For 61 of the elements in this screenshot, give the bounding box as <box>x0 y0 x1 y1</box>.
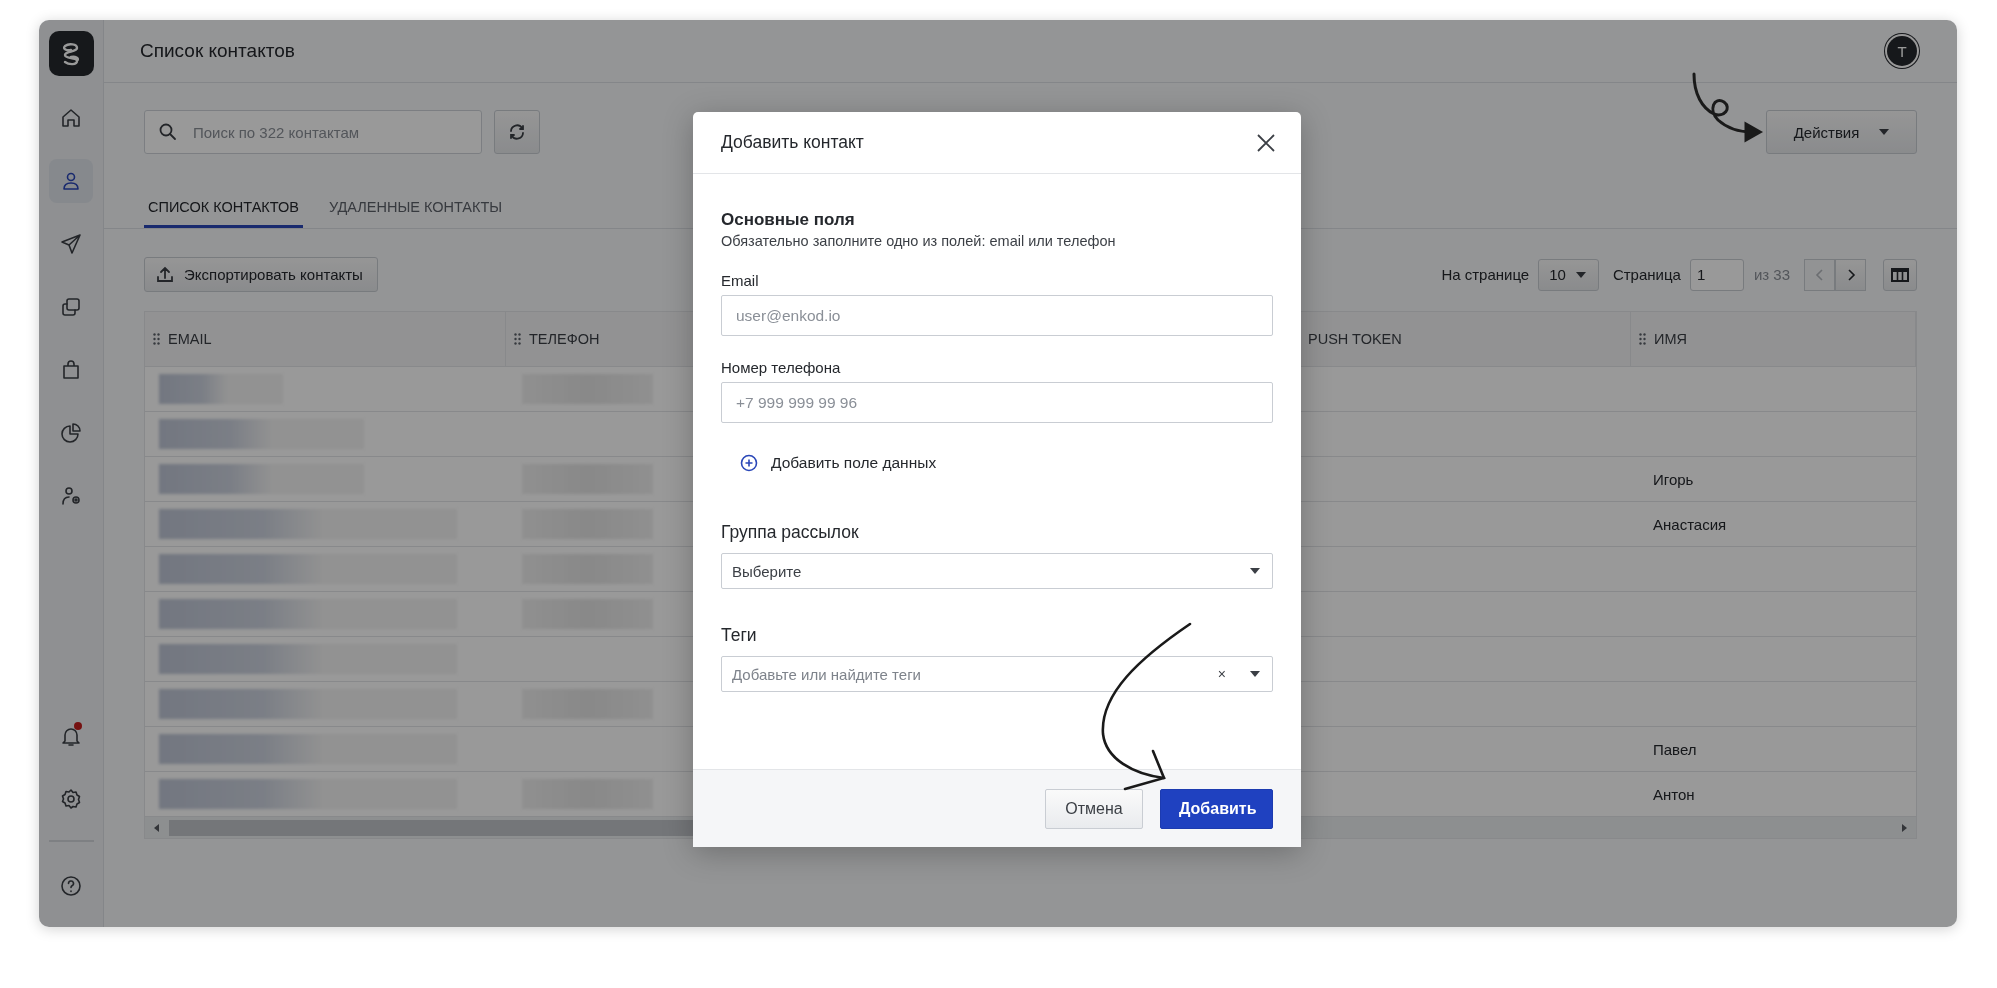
close-icon <box>1255 131 1277 154</box>
tab[interactable]: УДАЛЕННЫЕ КОНТАКТЫ <box>324 188 507 228</box>
pie-chart-icon <box>59 421 83 445</box>
field-label: Номер телефона <box>721 359 842 376</box>
table-cell: Павел <box>1653 740 1697 758</box>
clear-button[interactable]: × <box>1217 666 1226 682</box>
app-logo[interactable] <box>48 31 94 76</box>
section-title: Основные поля <box>721 210 856 230</box>
table-cell: Игорь <box>1653 470 1694 488</box>
settings-icon <box>59 787 83 811</box>
page-title: Список контактов <box>140 40 296 62</box>
caret-icon <box>1250 671 1260 677</box>
caret-icon <box>1879 129 1890 135</box>
plus-circle-icon <box>740 454 758 472</box>
per-page-select[interactable]: 10 <box>1538 258 1599 291</box>
table-cell: Анастасия <box>1653 515 1727 533</box>
field-label: Теги <box>721 625 758 646</box>
caret-icon <box>1575 271 1586 278</box>
add-button[interactable]: Добавить <box>1160 788 1273 829</box>
input-field[interactable]: +7 999 999 99 96 <box>721 382 1273 423</box>
cancel-button[interactable]: Отмена <box>1045 788 1143 829</box>
actions-button[interactable]: Действия <box>1766 110 1917 154</box>
caret-icon <box>1250 568 1260 574</box>
refresh-button[interactable] <box>494 110 540 154</box>
tab[interactable]: СПИСОК КОНТАКТОВ <box>144 188 303 228</box>
page-label: Страница <box>1612 266 1681 283</box>
column-header[interactable]: PUSH TOKEN <box>1308 331 1402 347</box>
per-page-label: На странице <box>1441 266 1530 283</box>
table-cell: Антон <box>1653 785 1695 803</box>
field-label: Email <box>721 272 760 289</box>
drag-handle-icon[interactable] <box>1639 333 1646 345</box>
input-field[interactable]: user@enkod.io <box>721 295 1273 336</box>
columns-icon <box>1891 266 1909 283</box>
add-field-link[interactable]: Добавить поле данных <box>740 454 937 472</box>
hand-drawn-arrow <box>1692 72 1764 143</box>
user-avatar[interactable]: T <box>1887 36 1917 66</box>
search-icon <box>158 122 178 142</box>
column-header[interactable]: ТЕЛЕФОН <box>529 331 600 347</box>
user-gear-icon <box>59 484 83 508</box>
tags-field[interactable]: Добавьте или найдите теги × <box>721 656 1273 692</box>
export-button[interactable]: Экспортировать контакты <box>144 257 378 292</box>
column-header[interactable]: EMAIL <box>168 331 212 347</box>
help-icon <box>59 874 83 898</box>
section-hint: Обязательно заполните одно из полей: email или телефон <box>721 233 1117 249</box>
column-header[interactable]: ИМЯ <box>1654 331 1687 347</box>
sidebar-item[interactable] <box>49 159 93 203</box>
drag-handle-icon[interactable] <box>514 333 521 345</box>
paper-plane-icon <box>59 232 83 256</box>
group-select[interactable]: Выберите <box>721 553 1273 589</box>
search-field[interactable]: Поиск по 322 контактам <box>144 110 482 154</box>
next-page-button[interactable] <box>1835 258 1866 291</box>
field-label: Группа рассылок <box>721 522 860 543</box>
stacked-squares-icon <box>59 295 83 319</box>
dialog-title: Добавить контакт <box>721 132 865 153</box>
refresh-icon <box>507 122 527 142</box>
page-field[interactable]: 1 <box>1689 258 1744 291</box>
home-icon <box>59 106 83 130</box>
drag-handle-icon[interactable] <box>153 333 160 345</box>
columns-button[interactable] <box>1883 258 1917 291</box>
upload-icon <box>155 264 175 285</box>
page-total: из 33 <box>1753 266 1790 283</box>
